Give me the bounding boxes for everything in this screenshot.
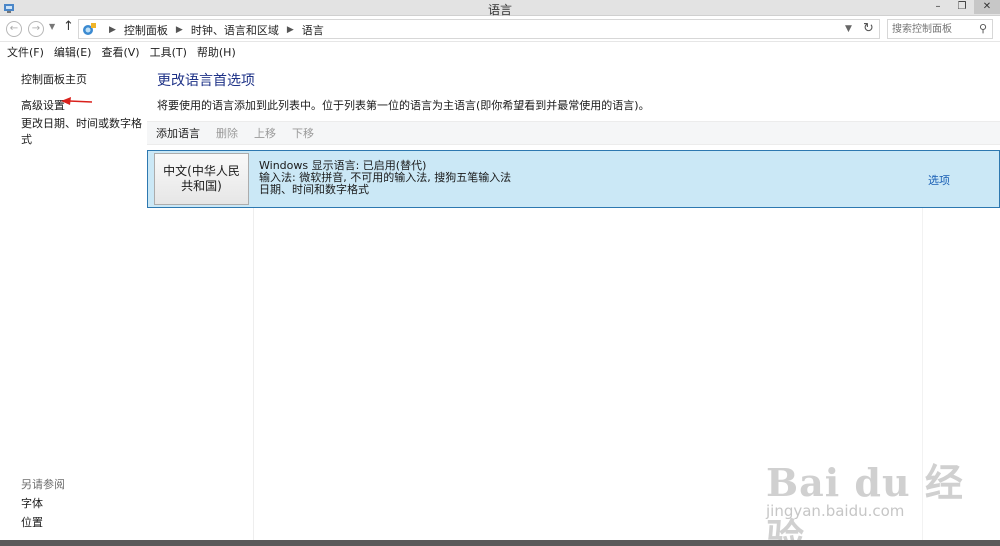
menu-tools[interactable]: 工具(T) [150, 44, 187, 60]
address-dropdown-icon[interactable]: ▼ [845, 24, 852, 34]
address-toolbar: ← → ▼ ↑ ▶ 控制面板 ▶ 时钟、语言和区域 ▶ 语言 ▼ ↻ ⚲ [0, 16, 1000, 42]
title-bar: 语言 – ❐ ✕ [0, 0, 1000, 17]
add-language-button[interactable]: 添加语言 [156, 125, 200, 141]
see-also-heading: 另请参阅 [21, 478, 65, 491]
page-description: 将要使用的语言添加到此列表中。位于列表第一位的语言为主语言(即你希望看到并最常使… [157, 99, 650, 112]
refresh-icon[interactable]: ↻ [863, 21, 874, 36]
breadcrumb-chevron-icon[interactable]: ▶ [287, 25, 294, 35]
taskbar [0, 540, 1000, 546]
close-button[interactable]: ✕ [974, 0, 1000, 14]
language-list-item[interactable]: 中文(中华人民共和国) Windows 显示语言: 已启用(替代) 输入法: 微… [147, 150, 1000, 208]
watermark-logo-text: Bai du 经验 [766, 460, 964, 546]
page-title: 更改语言首选项 [157, 73, 255, 89]
forward-button[interactable]: → [28, 21, 44, 37]
datetime-format-info: 日期、时间和数字格式 [259, 183, 369, 196]
breadcrumb-clock-language-region[interactable]: 时钟、语言和区域 [191, 22, 279, 38]
search-icon[interactable]: ⚲ [979, 22, 987, 35]
search-input[interactable] [892, 22, 972, 36]
move-down-button[interactable]: 下移 [292, 125, 314, 141]
sidebar-link-change-datetime[interactable]: 更改日期、时间或数字格式 [21, 115, 147, 147]
search-box[interactable]: ⚲ [887, 19, 993, 39]
menu-file[interactable]: 文件(F) [7, 44, 44, 60]
baidu-watermark: Bai du 经验 jingyan.baidu.com [764, 452, 1000, 546]
language-options-link[interactable]: 选项 [928, 172, 950, 188]
menu-help[interactable]: 帮助(H) [197, 44, 236, 60]
back-button[interactable]: ← [6, 21, 22, 37]
red-arrow-icon [61, 97, 93, 105]
breadcrumb-chevron-icon[interactable]: ▶ [176, 25, 183, 35]
menu-view[interactable]: 查看(V) [101, 44, 139, 60]
breadcrumb: ▶ 控制面板 ▶ 时钟、语言和区域 ▶ 语言 [101, 22, 324, 38]
menu-edit[interactable]: 编辑(E) [54, 44, 92, 60]
breadcrumb-language[interactable]: 语言 [302, 22, 324, 38]
move-up-button[interactable]: 上移 [254, 125, 276, 141]
control-panel-icon [83, 23, 96, 35]
breadcrumb-control-panel[interactable]: 控制面板 [124, 22, 168, 38]
maximize-button[interactable]: ❐ [950, 0, 974, 14]
language-name-button[interactable]: 中文(中华人民共和国) [154, 153, 249, 205]
menu-bar: 文件(F) 编辑(E) 查看(V) 工具(T) 帮助(H) [0, 42, 1000, 62]
sidebar-link-location[interactable]: 位置 [21, 514, 43, 530]
sidebar: 控制面板主页 高级设置 更改日期、时间或数字格式 另请参阅 字体 位置 [0, 62, 147, 546]
sidebar-link-fonts[interactable]: 字体 [21, 495, 43, 511]
up-button[interactable]: ↑ [63, 19, 74, 34]
sidebar-link-home[interactable]: 控制面板主页 [21, 71, 87, 87]
language-details: Windows 显示语言: 已启用(替代) 输入法: 微软拼音, 不可用的输入法… [259, 160, 511, 196]
recent-pages-dropdown-icon[interactable]: ▼ [49, 22, 55, 31]
minimize-button[interactable]: – [926, 0, 950, 14]
language-toolbar: 添加语言 删除 上移 下移 [147, 121, 1000, 145]
watermark-url: jingyan.baidu.com [766, 502, 905, 520]
remove-button[interactable]: 删除 [216, 125, 238, 141]
column-divider [253, 208, 254, 546]
address-bar[interactable]: ▶ 控制面板 ▶ 时钟、语言和区域 ▶ 语言 ▼ ↻ [78, 19, 880, 39]
sidebar-link-advanced-settings[interactable]: 高级设置 [21, 97, 65, 113]
breadcrumb-chevron-icon[interactable]: ▶ [109, 25, 116, 35]
